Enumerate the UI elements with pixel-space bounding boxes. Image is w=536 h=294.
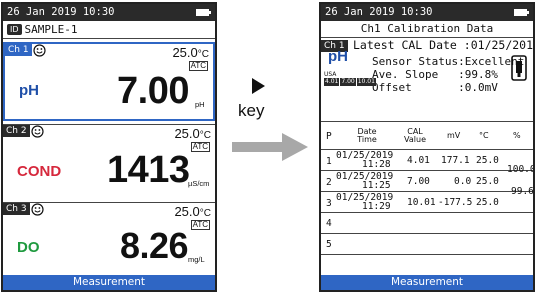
channel-panel-1[interactable]: Ch 1 25.0°C ATC pH 7.00 pH	[3, 42, 215, 121]
calibration-table: P Date Time CAL Value mV °C % 1 01/25/2019…	[321, 123, 533, 255]
param-label: DO	[17, 239, 40, 256]
channel-panel-3[interactable]: Ch 3 25.0°C ATC DO 8.26 mg/L	[3, 202, 215, 275]
sample-name: SAMPLE-1	[24, 23, 78, 36]
datetime: 26 Jan 2019 10:30	[325, 6, 433, 18]
measurement-screen: 26 Jan 2019 10:30 ID SAMPLE-1 Ch 1 25.0°C…	[1, 2, 217, 292]
status-bar: 26 Jan 2019 10:30	[321, 4, 533, 21]
footer-measurement[interactable]: Measurement	[321, 275, 533, 290]
channel-panel-2[interactable]: Ch 2 25.0°C ATC COND 1413 µS/cm	[3, 124, 215, 202]
param-label: pH	[328, 48, 348, 65]
table-row[interactable]: 4	[321, 213, 533, 234]
unit-label: mg/L	[188, 255, 205, 264]
buffer-list: 4.01 7.00 10.01	[324, 78, 377, 86]
reading-value: 1413	[107, 149, 190, 191]
row-point: 4	[326, 218, 332, 229]
atc-badge: ATC	[190, 142, 210, 152]
row-temp: 25.0	[476, 176, 499, 187]
unit-label: µS/cm	[188, 179, 210, 188]
col-slope-pct: %	[513, 131, 521, 140]
col-date-time: Date Time	[357, 127, 377, 144]
temperature: 25.0°C	[174, 204, 211, 219]
row-point: 3	[326, 198, 332, 209]
footer-measurement[interactable]: Measurement	[3, 275, 215, 290]
col-mv: mV	[447, 131, 461, 140]
reading-value: 7.00	[117, 70, 189, 112]
param-label: pH	[19, 82, 39, 99]
smiley-icon	[31, 203, 44, 216]
status-bar: 26 Jan 2019 10:30	[3, 4, 215, 21]
row-temp: 25.0	[476, 155, 499, 166]
offset: Offset :0.0mV	[372, 81, 498, 94]
table-row[interactable]: 1 01/25/2019 11:28 4.01 177.1 25.0	[321, 150, 533, 171]
page-title: Ch1 Calibration Data	[321, 21, 533, 38]
calibration-summary: Ch 1 Latest CAL Date :01/25/2019 Sensor …	[321, 38, 533, 122]
sensor-status: Sensor Status:Excellent	[372, 55, 525, 68]
row-mv: -177.5	[438, 197, 473, 208]
battery-icon	[514, 9, 529, 16]
table-header: P Date Time CAL Value mV °C %	[321, 123, 533, 150]
table-row[interactable]: 3 01/25/2019 11:29 10.01 -177.5 25.0	[321, 192, 533, 213]
temperature: 25.0°C	[174, 126, 211, 141]
channel-tab-2: Ch 2	[3, 125, 30, 137]
col-temp: °C	[479, 131, 489, 140]
row-point: 1	[326, 156, 332, 167]
param-label: COND	[17, 163, 62, 180]
ph-electrode-icon	[511, 55, 527, 81]
row-time: 11:25	[362, 180, 391, 191]
latest-cal-date: Latest CAL Date :01/25/2019	[353, 38, 535, 52]
col-cal-value: CAL Value	[404, 127, 426, 144]
col-point: P	[326, 131, 332, 142]
row-cal-value: 7.00	[407, 176, 430, 187]
buffer-set-label: USA	[324, 71, 337, 78]
buffer-chip: 10.01	[356, 78, 376, 86]
atc-badge: ATC	[190, 220, 210, 230]
row-cal-value: 10.01	[407, 197, 436, 208]
unit-label: pH	[195, 100, 205, 109]
row-mv: 177.1	[441, 155, 470, 166]
row-cal-value: 4.01	[407, 155, 430, 166]
row-point: 2	[326, 177, 332, 188]
average-slope: Ave. Slope :99.8%	[372, 68, 498, 81]
sample-id-row[interactable]: ID SAMPLE-1	[3, 21, 215, 39]
atc-badge: ATC	[188, 61, 208, 71]
right-arrow-icon	[232, 133, 308, 161]
smiley-icon	[31, 125, 44, 138]
table-row[interactable]: 2 01/25/2019 11:25 7.00 0.0 25.0	[321, 171, 533, 192]
channel-tab-3: Ch 3	[3, 203, 30, 215]
row-temp: 25.0	[476, 197, 499, 208]
slope-2-3: 99.6	[511, 186, 534, 197]
buffer-chip: 4.01	[324, 78, 340, 86]
row-time: 11:29	[362, 201, 391, 212]
slope-1-2: 100.0	[507, 164, 535, 175]
key-label: key	[238, 101, 265, 120]
temperature: 25.0°C	[172, 45, 209, 60]
channel-tab-1: Ch 1	[5, 44, 32, 56]
row-point: 5	[326, 239, 332, 250]
row-time: 11:28	[362, 159, 391, 170]
calibration-data-screen: 26 Jan 2019 10:30 Ch1 Calibration Data C…	[319, 2, 535, 292]
battery-icon	[196, 9, 211, 16]
datetime: 26 Jan 2019 10:30	[7, 6, 115, 18]
table-row[interactable]: 5	[321, 234, 533, 255]
play-icon	[252, 78, 265, 94]
row-mv: 0.0	[454, 176, 472, 187]
id-badge: ID	[7, 24, 22, 35]
reading-value: 8.26	[120, 225, 189, 266]
smiley-icon	[33, 44, 46, 57]
buffer-chip: 7.00	[340, 78, 356, 86]
